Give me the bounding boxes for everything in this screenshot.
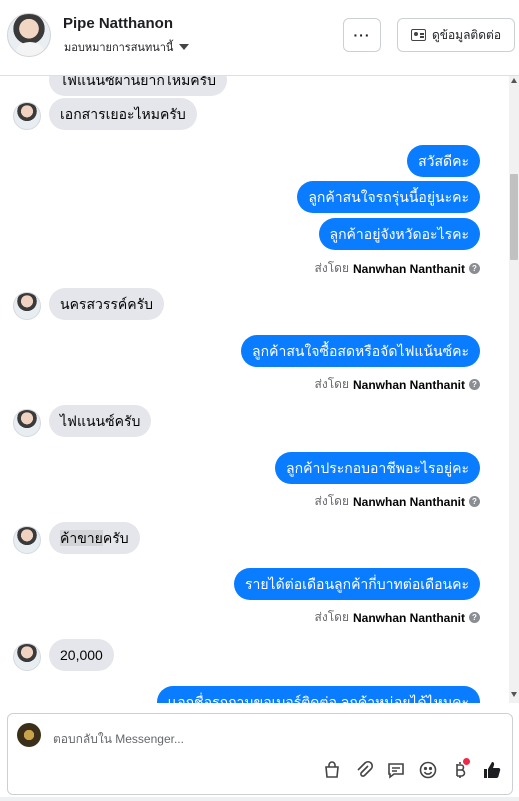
contact-avatar-small: [13, 292, 41, 320]
help-icon[interactable]: ?: [469, 379, 480, 390]
help-icon[interactable]: ?: [469, 496, 480, 507]
shopping-bag-icon[interactable]: [322, 760, 342, 780]
agent-name: Nanwhan Nanthanit: [352, 494, 465, 509]
emoji-icon[interactable]: [418, 760, 438, 780]
incoming-message: ไฟแนนซ์ผ่านยากไหมครับ: [49, 76, 228, 96]
contact-avatar-small: [13, 102, 41, 130]
scroll-down-arrow-icon[interactable]: [511, 692, 517, 697]
outgoing-message: ลูกค้าสนใจรถรุ่นนี้อยู่นะคะ: [297, 181, 480, 213]
incoming-message: ค้าขายครับ: [49, 522, 140, 554]
agent-name: Nanwhan Nanthanit: [352, 377, 465, 392]
view-contact-button[interactable]: ดูข้อมูลติดต่อ: [397, 18, 515, 52]
baht-icon[interactable]: [450, 758, 470, 780]
conversation-header: Pipe Natthanon มอบหมายการสนทนานี้ ··· ดู…: [0, 0, 519, 76]
agent-name: Nanwhan Nanthanit: [352, 261, 465, 276]
composer-toolbar: [322, 758, 502, 780]
reply-input[interactable]: ตอบกลับใน Messenger...: [53, 730, 184, 749]
sent-by-label: ส่งโดย Nanwhan Nanthanit ?: [315, 608, 480, 627]
contact-avatar-small: [13, 643, 41, 671]
incoming-message: เอกสารเยอะไหมครับ: [49, 98, 197, 130]
page-avatar: [17, 723, 41, 747]
contact-avatar-small: [13, 409, 41, 437]
reply-composer[interactable]: ตอบกลับใน Messenger...: [7, 713, 513, 795]
more-options-button[interactable]: ···: [343, 18, 381, 52]
attachment-icon[interactable]: [354, 760, 374, 780]
contact-avatar[interactable]: [7, 13, 51, 57]
outgoing-message: ลูกค้าสนใจซื้อสดหรือจัดไฟแน้นซ์คะ: [241, 335, 480, 367]
view-contact-label: ดูข้อมูลติดต่อ: [431, 27, 502, 42]
contact-avatar-small: [13, 526, 41, 554]
assign-label: มอบหมายการสนทนานี้: [64, 42, 174, 54]
sent-by-label: ส่งโดย Nanwhan Nanthanit ?: [315, 492, 480, 511]
sent-by-prefix: ส่งโดย: [314, 610, 349, 624]
contact-name[interactable]: Pipe Natthanon: [63, 15, 173, 32]
scroll-up-arrow-icon[interactable]: [511, 78, 517, 83]
highlighted-text: ค้าขาย: [60, 530, 103, 546]
bottom-divider: [0, 797, 519, 801]
outgoing-message: ลูกค้าประกอบอาชีพอะไรอยู่คะ: [275, 452, 480, 484]
outgoing-message: รายได้ต่อเดือนลูกค้ากี่บาทต่อเดือนคะ: [233, 568, 480, 600]
sent-by-prefix: ส่งโดย: [314, 377, 349, 391]
agent-name: Nanwhan Nanthanit: [352, 610, 465, 625]
outgoing-message: เเอกชื่อรถถามขอเบอร์ติดต่อ ลูกค้าหน่อยได…: [156, 686, 480, 703]
thumbs-up-icon[interactable]: [482, 760, 502, 780]
sent-by-label: ส่งโดย Nanwhan Nanthanit ?: [315, 375, 480, 394]
incoming-message: ไฟแนนซ์ครับ: [49, 405, 152, 437]
help-icon[interactable]: ?: [469, 263, 480, 274]
saved-reply-icon[interactable]: [386, 760, 406, 780]
caret-down-icon: [179, 44, 190, 50]
message-thread[interactable]: ไฟแนนซ์ผ่านยากไหมครับ เอกสารเยอะไหมครับ …: [0, 76, 509, 703]
scroll-thumb[interactable]: [510, 174, 518, 260]
assign-conversation-dropdown[interactable]: มอบหมายการสนทนานี้: [64, 38, 190, 56]
sent-by-label: ส่งโดย Nanwhan Nanthanit ?: [315, 259, 480, 278]
sent-by-prefix: ส่งโดย: [314, 261, 349, 275]
sent-by-prefix: ส่งโดย: [314, 494, 349, 508]
outgoing-message: สวัสดีคะ: [407, 145, 480, 177]
thread-scrollbar[interactable]: [509, 76, 519, 703]
contact-card-icon: [410, 29, 426, 41]
help-icon[interactable]: ?: [469, 612, 480, 623]
incoming-message: นครสวรรค์ครับ: [49, 288, 165, 320]
message-text: ครับ: [102, 530, 129, 546]
notification-dot: [463, 758, 470, 765]
incoming-message: 20,000: [49, 639, 114, 671]
outgoing-message: ลูกค้าอยู่จังหวัดอะไรคะ: [318, 218, 480, 250]
